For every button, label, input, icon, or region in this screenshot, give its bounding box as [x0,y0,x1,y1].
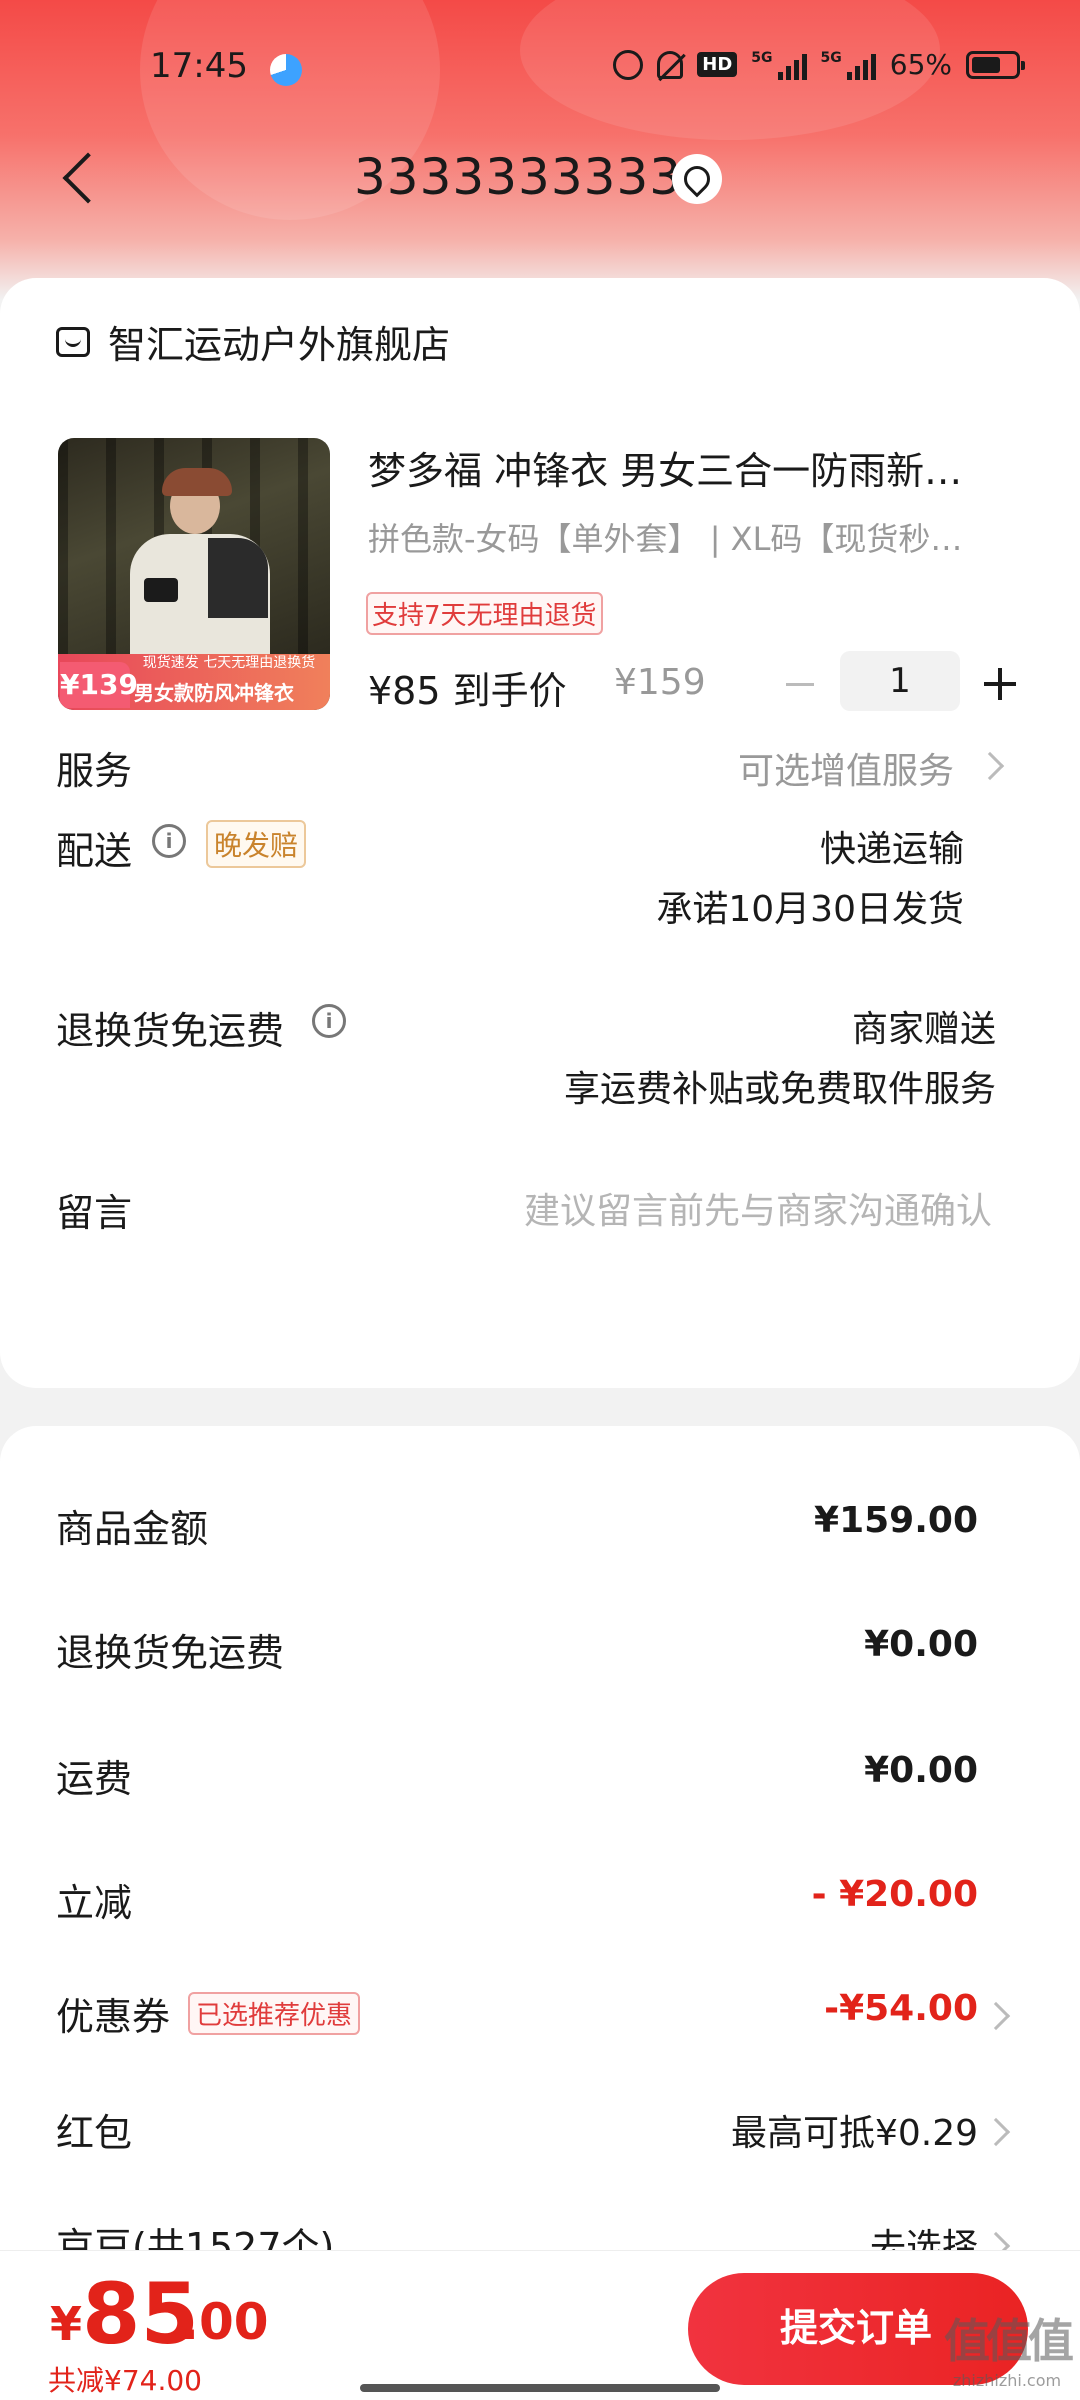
location-pin-icon[interactable] [672,154,722,204]
delivery-label: 配送 [56,829,133,873]
instant-discount-label: 立减 [56,1881,133,1925]
total-discount: 共减¥74.00 [48,2364,202,2397]
return-free-label: 退换货免运费 [56,1009,285,1053]
final-price: ¥85 到手价 [368,669,567,713]
bell-muted-icon [657,50,684,79]
alarm-icon [613,49,644,80]
shipping-label: 运费 [56,1757,133,1801]
service-label: 服务 [56,749,133,793]
watermark-logo: 值值值 zhizhizhi.com [944,2314,1074,2390]
goods-amount-label: 商品金额 [56,1507,209,1551]
coupon-recommended-badge: 已选推荐优惠 [188,1992,361,2035]
return-free-value: 商家赠送 [851,1009,996,1050]
goods-amount-value: ¥159.00 [814,1500,978,1541]
info-icon[interactable]: i [312,1004,346,1038]
product-image-banner-text: 男女款防风冲锋衣 [134,681,294,705]
back-chevron-icon[interactable] [56,148,96,208]
bottom-checkout-bar: ¥ 85 .00 共减¥74.00 提交订单 值值值 zhizhizhi.com [0,2250,1080,2400]
quantity-increase-button[interactable] [982,666,1018,702]
battery-percent: 65% [889,48,952,81]
chevron-right-icon[interactable] [981,2001,1011,2031]
status-bar: 17:45 HD 5G 5G 65% [0,40,1080,100]
quantity-field[interactable]: 1 [840,651,960,711]
status-time: 17:45 [150,46,248,86]
message-input[interactable]: 建议留言前先与商家沟通确认 [524,1182,992,1234]
return-free-desc: 享运费补贴或免费取件服务 [563,1069,996,1110]
coupon-value[interactable]: -¥54.00 [824,1988,978,2029]
battery-icon [966,50,1025,79]
delivery-method: 快递运输 [819,829,964,870]
hd-icon: HD [697,52,738,77]
redpacket-label[interactable]: 红包 [56,2102,132,2157]
shipping-value: ¥0.00 [864,1750,978,1791]
instant-discount-value: - ¥20.00 [811,1874,978,1915]
product-spec[interactable]: 拼色款-女码【单外套】 | XL码【现货秒… [368,514,1018,560]
order-item-card: 智汇运动户外旗舰店 现货速发 七天无理由退换货 ¥139 男女款防风冲锋衣 梦多… [0,278,1080,1388]
redpacket-value[interactable]: 最高可抵¥0.29 [731,2104,978,2156]
address-phone-title[interactable]: 3333333333 [354,148,682,206]
app-notification-icon [270,54,302,86]
return-policy-badge: 支持7天无理由退货 [366,592,603,635]
store-name: 智汇运动户外旗舰店 [108,323,451,367]
info-icon[interactable]: i [152,824,186,858]
return-fee-label: 退换货免运费 [56,1631,285,1675]
signal-icon: 5G [751,50,807,80]
signal-icon: 5G [821,50,876,80]
product-image[interactable]: 现货速发 七天无理由退换货 ¥139 男女款防风冲锋衣 [58,438,330,710]
late-compensation-badge: 晚发赔 [206,820,307,868]
return-fee-value: ¥0.00 [864,1624,978,1665]
delivery-promise: 承诺10月30日发货 [656,889,964,930]
home-indicator[interactable] [360,2384,720,2392]
camera-icon [144,578,178,602]
total-currency: ¥ [50,2297,83,2351]
chevron-right-icon[interactable] [981,2117,1011,2147]
store-header[interactable]: 智汇运动户外旗舰店 [56,314,450,369]
store-icon [56,326,90,357]
coupon-label[interactable]: 优惠券 [56,1986,170,2041]
order-confirm-page: 17:45 HD 5G 5G 65% 3333333333 智汇运动户外旗舰店 [0,0,1080,2400]
quantity-decrease-button[interactable] [782,666,818,702]
service-value[interactable]: 可选增值服务 [738,742,954,794]
message-label: 留言 [56,1191,133,1235]
total-amount-decimal: .00 [180,2293,269,2351]
status-icons: HD 5G 5G 65% [613,48,1025,81]
product-title[interactable]: 梦多福 冲锋衣 男女三合一防雨新… [368,440,1018,495]
chevron-right-icon[interactable] [975,751,1005,781]
original-price: ¥159 [614,662,706,703]
product-image-price: ¥139 [60,662,138,708]
